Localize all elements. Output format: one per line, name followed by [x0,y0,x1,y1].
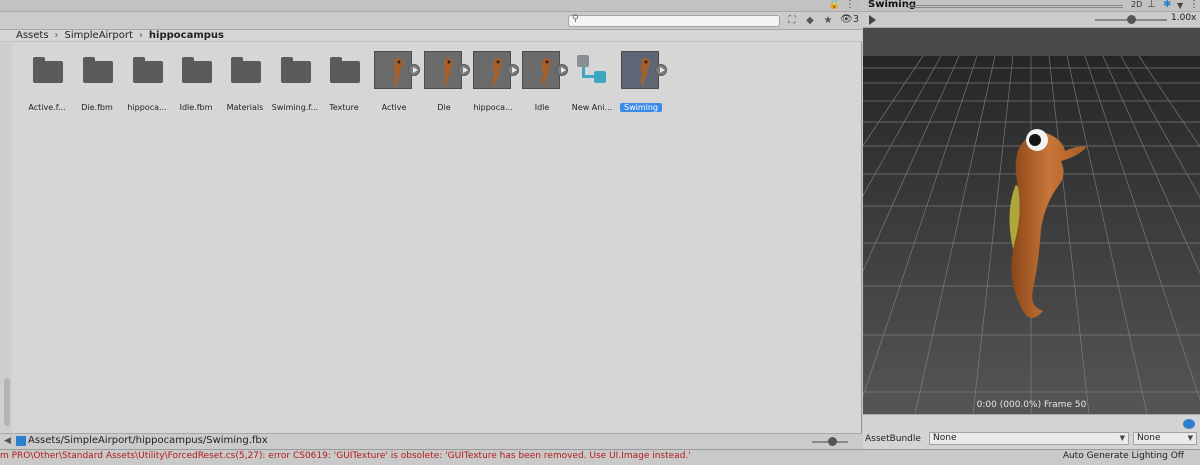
preview-window: Swiming 2D ⊥ ✱ ▼ ⋮ 1.00x 0:00 (000.0%) F… [863,0,1200,449]
scrollbar-thumb[interactable] [4,378,10,426]
folder-icon [231,57,261,83]
asset-clip-active[interactable]: Active [369,51,420,112]
search-icon: ⚲ [572,14,579,24]
preview-drag-handle[interactable] [907,5,1123,8]
breadcrumb-separator-icon: › [138,30,143,41]
seahorse-thumbnail [473,51,511,89]
asset-label: hippoca... [127,103,167,112]
search-field[interactable]: ⚲ [568,14,780,27]
breadcrumb-simpleairport[interactable]: SimpleAirport [65,30,133,41]
breadcrumb-assets[interactable]: Assets [16,30,49,41]
asset-folder-materials[interactable]: Materials [220,51,270,112]
folder-tree-scrollbar[interactable] [0,43,12,433]
asset-bundle-dropdown[interactable]: None ▼ [929,432,1129,445]
asset-clip-idle[interactable]: Idle [517,51,568,112]
asset-labels-icon[interactable] [1183,419,1195,429]
asset-label: Texture [329,103,359,112]
asset-bundle-value: None [933,433,957,443]
asset-label: New Ani... [571,103,613,112]
asset-bundle-label: AssetBundle [865,434,921,444]
play-button[interactable] [869,15,876,25]
search-by-label-icon[interactable]: ◆ [802,14,818,28]
breadcrumb: Assets › SimpleAirport › hippocampus [0,30,862,42]
playback-speed-value: 1.00x [1171,13,1197,23]
seahorse-thumbnail [374,51,412,89]
asset-label: Idle [534,103,550,112]
search-by-type-icon[interactable]: ⛶ [784,14,800,28]
project-toolbar: ⚲ ⛶ ◆ ★ 👁3 [0,12,862,30]
model-file-icon [16,436,26,446]
asset-folder-idle[interactable]: Idle.fbm [171,51,221,112]
asset-label: Materials [226,103,264,112]
pivot-icon[interactable]: ⊥ [1147,0,1156,10]
asset-grid: Active.f... Die.fbm hippoca... Idle.fbm … [14,43,859,433]
asset-label: Idle.fbm [179,103,213,112]
asset-bundle-variant-dropdown[interactable]: None ▼ [1133,432,1197,445]
project-tab-bar: 🔒 ⋮ [0,0,862,12]
dropdown-caret-icon[interactable]: ▼ [1177,1,1183,10]
hidden-packages-count: 3 [852,14,860,25]
lighting-status[interactable]: Auto Generate Lighting Off [1063,451,1184,461]
asset-label: Die.fbm [81,103,113,112]
favorites-star-icon[interactable]: ★ [820,14,836,28]
seahorse-thumbnail [621,51,659,89]
breadcrumb-separator-icon: › [54,30,59,41]
preview-viewport[interactable]: 0:00 (000.0%) Frame 50 [863,28,1200,414]
folder-icon [330,57,360,83]
seahorse-thumbnail [522,51,560,89]
asset-label: Swiming.f... [271,103,319,112]
asset-label: Active.f... [28,103,66,112]
folder-icon [182,57,212,83]
folder-icon [33,57,63,83]
asset-label: Active [381,103,407,112]
asset-folder-die[interactable]: Die.fbm [72,51,122,112]
hidden-packages-toggle[interactable]: 👁3 [840,14,859,25]
avatar-preview-icon[interactable]: ✱ [1163,0,1171,10]
dropdown-caret-icon: ▼ [1187,434,1193,442]
asset-folder-swiming[interactable]: Swiming.f... [270,51,320,112]
dropdown-caret-icon: ▼ [1119,434,1125,442]
asset-clip-die[interactable]: Die [419,51,470,112]
asset-clip-swiming[interactable]: Swiming [616,51,667,112]
breadcrumb-hippocampus[interactable]: hippocampus [149,30,224,41]
playback-speed-thumb[interactable] [1127,15,1136,24]
asset-folder-texture[interactable]: Texture [319,51,369,112]
play-icon[interactable] [655,64,667,76]
search-input[interactable] [583,16,773,26]
console-error-message[interactable]: m PRO\Other\Standard Assets\Utility\Forc… [0,451,691,461]
more-options-icon[interactable]: ⋮ [1189,0,1199,10]
eye-slash-icon: 👁 [840,14,853,25]
asset-clip-hippocampus[interactable]: hippoca... [468,51,519,112]
icon-size-slider-thumb[interactable] [828,437,837,446]
more-options-icon[interactable]: ⋮ [845,0,855,10]
folder-icon [83,57,113,83]
asset-label: Die [437,103,451,112]
collapse-arrow-icon[interactable]: ◀ [4,436,11,446]
animator-controller-icon [572,51,612,91]
asset-animator-controller[interactable]: New Ani... [567,51,617,112]
asset-bundle-bar: AssetBundle None ▼ None ▼ [863,414,1200,449]
console-status-bar[interactable]: m PRO\Other\Standard Assets\Utility\Forc… [0,449,1200,465]
preview-header: Swiming 2D ⊥ ✱ ▼ ⋮ [863,0,1200,12]
preview-frame-info: 0:00 (000.0%) Frame 50 [976,400,1087,410]
asset-bundle-variant-value: None [1137,433,1161,443]
preview-playback-bar: 1.00x [863,12,1200,28]
asset-label: Swiming [620,103,662,112]
folder-icon [281,57,311,83]
selected-asset-path-bar: ◀ Assets/SimpleAirport/hippocampus/Swimi… [0,433,862,449]
selected-asset-path: Assets/SimpleAirport/hippocampus/Swiming… [28,435,268,446]
lock-icon[interactable]: 🔒 [829,0,840,10]
folder-icon [133,57,163,83]
asset-folder-hippocampus[interactable]: hippoca... [122,51,172,112]
asset-label: hippoca... [473,103,513,112]
project-window: 🔒 ⋮ ⚲ ⛶ ◆ ★ 👁3 Assets › SimpleAirport › … [0,0,862,449]
toggle-2d-button[interactable]: 2D [1131,0,1142,9]
asset-folder-active[interactable]: Active.f... [22,51,72,112]
seahorse-thumbnail [424,51,462,89]
